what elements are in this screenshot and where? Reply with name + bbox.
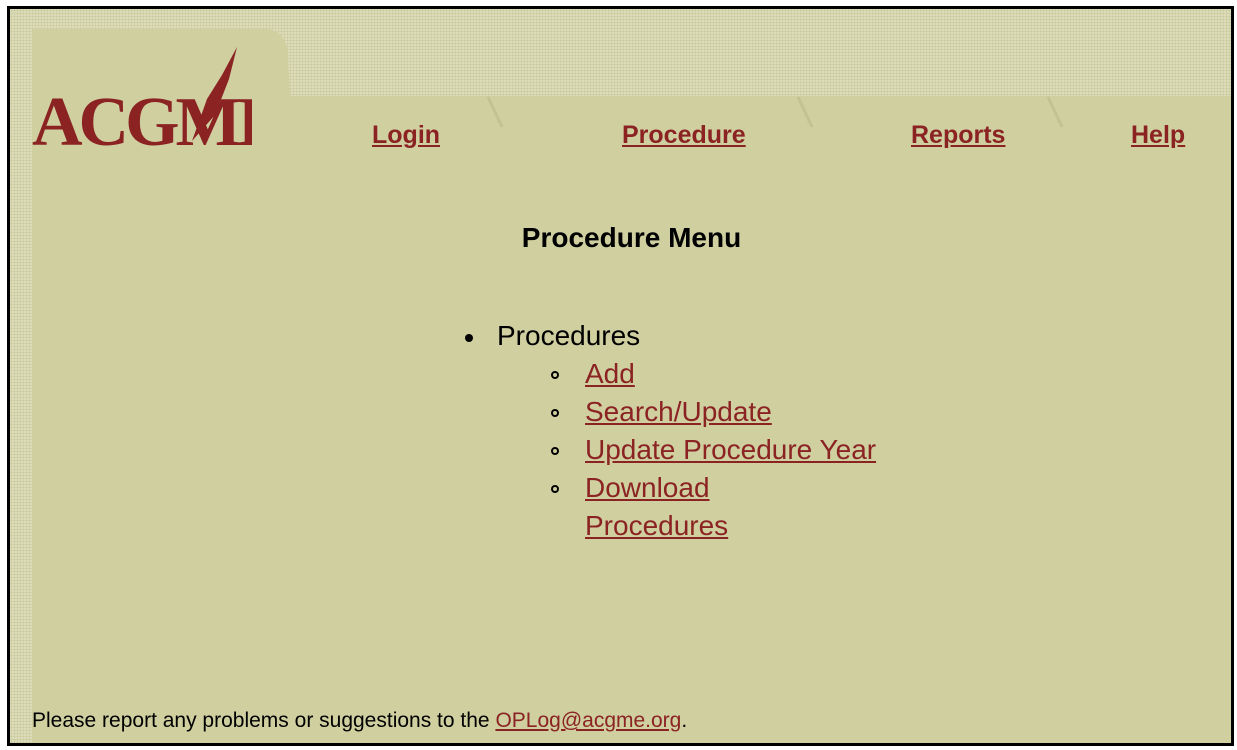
tab-procedure[interactable]: Procedure bbox=[622, 121, 746, 150]
page-title: Procedure Menu bbox=[521, 222, 742, 253]
svg-text:ACGME: ACGME bbox=[32, 84, 252, 151]
footer-message: Please report any problems or suggestion… bbox=[32, 709, 687, 733]
procedures-submenu: Add Search/Update Update Procedure Year … bbox=[551, 355, 885, 545]
list-item: Update Procedure Year bbox=[551, 431, 885, 469]
footer-text: Please report any problems or suggestion… bbox=[32, 709, 496, 732]
list-item: Add bbox=[551, 355, 885, 393]
download-procedures-link[interactable]: Download Procedures bbox=[585, 472, 728, 541]
list-item: Search/Update bbox=[551, 393, 885, 431]
bullet-disc-icon bbox=[465, 334, 473, 342]
tab-login[interactable]: Login bbox=[372, 121, 440, 150]
bullet-circle-icon bbox=[551, 485, 559, 493]
page-frame: ACGME Login Procedure Reports Help Proce… bbox=[7, 6, 1234, 746]
tab-reports[interactable]: Reports bbox=[911, 121, 1005, 150]
section-label: Procedures bbox=[497, 320, 641, 351]
support-email-link[interactable]: OPLog@acgme.org bbox=[495, 709, 681, 732]
footer-period: . bbox=[681, 709, 688, 732]
tab-help[interactable]: Help bbox=[1131, 121, 1185, 150]
menu-section-procedures: Procedures bbox=[465, 317, 885, 355]
procedure-menu: Procedures Add Search/Update Update Proc… bbox=[465, 317, 885, 545]
bullet-circle-icon bbox=[551, 409, 559, 417]
add-link[interactable]: Add bbox=[585, 358, 635, 389]
list-item: Download Procedures bbox=[551, 469, 785, 545]
acgme-logo: ACGME bbox=[32, 47, 252, 151]
bullet-circle-icon bbox=[551, 447, 559, 455]
update-procedure-year-link[interactable]: Update Procedure Year bbox=[585, 434, 876, 465]
search-update-link[interactable]: Search/Update bbox=[585, 396, 772, 427]
bullet-circle-icon bbox=[551, 371, 559, 379]
